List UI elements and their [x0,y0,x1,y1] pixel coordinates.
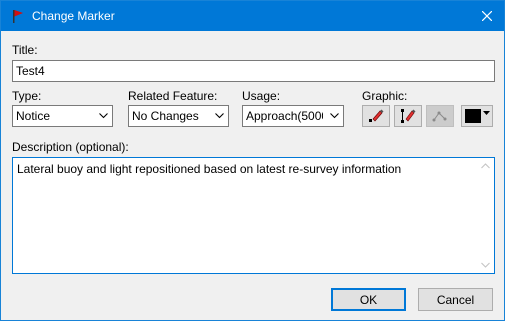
vertical-scrollbar[interactable] [477,158,494,273]
close-button[interactable] [470,1,504,31]
title-bar: Change Marker [1,1,504,31]
color-swatch [465,109,481,123]
related-feature-select[interactable]: No Changes [128,105,229,127]
polyline-icon [432,111,447,122]
cancel-button[interactable]: Cancel [418,288,493,311]
red-flag-icon [13,10,23,23]
ok-button[interactable]: OK [331,288,406,311]
description-text: Lateral buoy and light repositioned base… [17,162,402,176]
type-label: Type: [12,89,42,103]
scroll-up-icon[interactable] [481,163,490,169]
title-input-value: Test4 [16,64,45,78]
usage-label: Usage: [242,89,281,103]
type-select[interactable]: Notice [12,105,113,127]
change-marker-dialog: Change Marker Title: Test4 Type: Notice … [0,0,505,321]
title-input[interactable]: Test4 [12,60,495,82]
draw-polyline-button [426,105,454,127]
graphic-label: Graphic: [362,89,408,103]
window-title: Change Marker [32,9,115,23]
usage-select-value: Approach(5000-: [246,109,323,123]
related-feature-value: No Changes [132,109,199,123]
chevron-down-icon[interactable] [94,106,112,126]
chevron-down-icon[interactable] [325,106,343,126]
usage-select[interactable]: Approach(5000-: [242,105,344,127]
pen-point-icon [369,109,384,122]
description-label: Description (optional): [12,140,129,154]
pen-line-icon [401,109,416,123]
related-feature-label: Related Feature: [128,89,218,103]
chevron-down-icon[interactable] [210,106,228,126]
title-label: Title: [12,43,38,57]
draw-point-button[interactable] [362,105,390,127]
close-icon [482,11,492,21]
color-picker-button[interactable] [461,105,493,127]
scroll-down-icon[interactable] [481,262,490,268]
description-textarea[interactable]: Lateral buoy and light repositioned base… [12,157,495,274]
draw-line-button[interactable] [394,105,422,127]
type-select-value: Notice [16,109,51,123]
dropdown-arrow-icon [483,111,490,115]
